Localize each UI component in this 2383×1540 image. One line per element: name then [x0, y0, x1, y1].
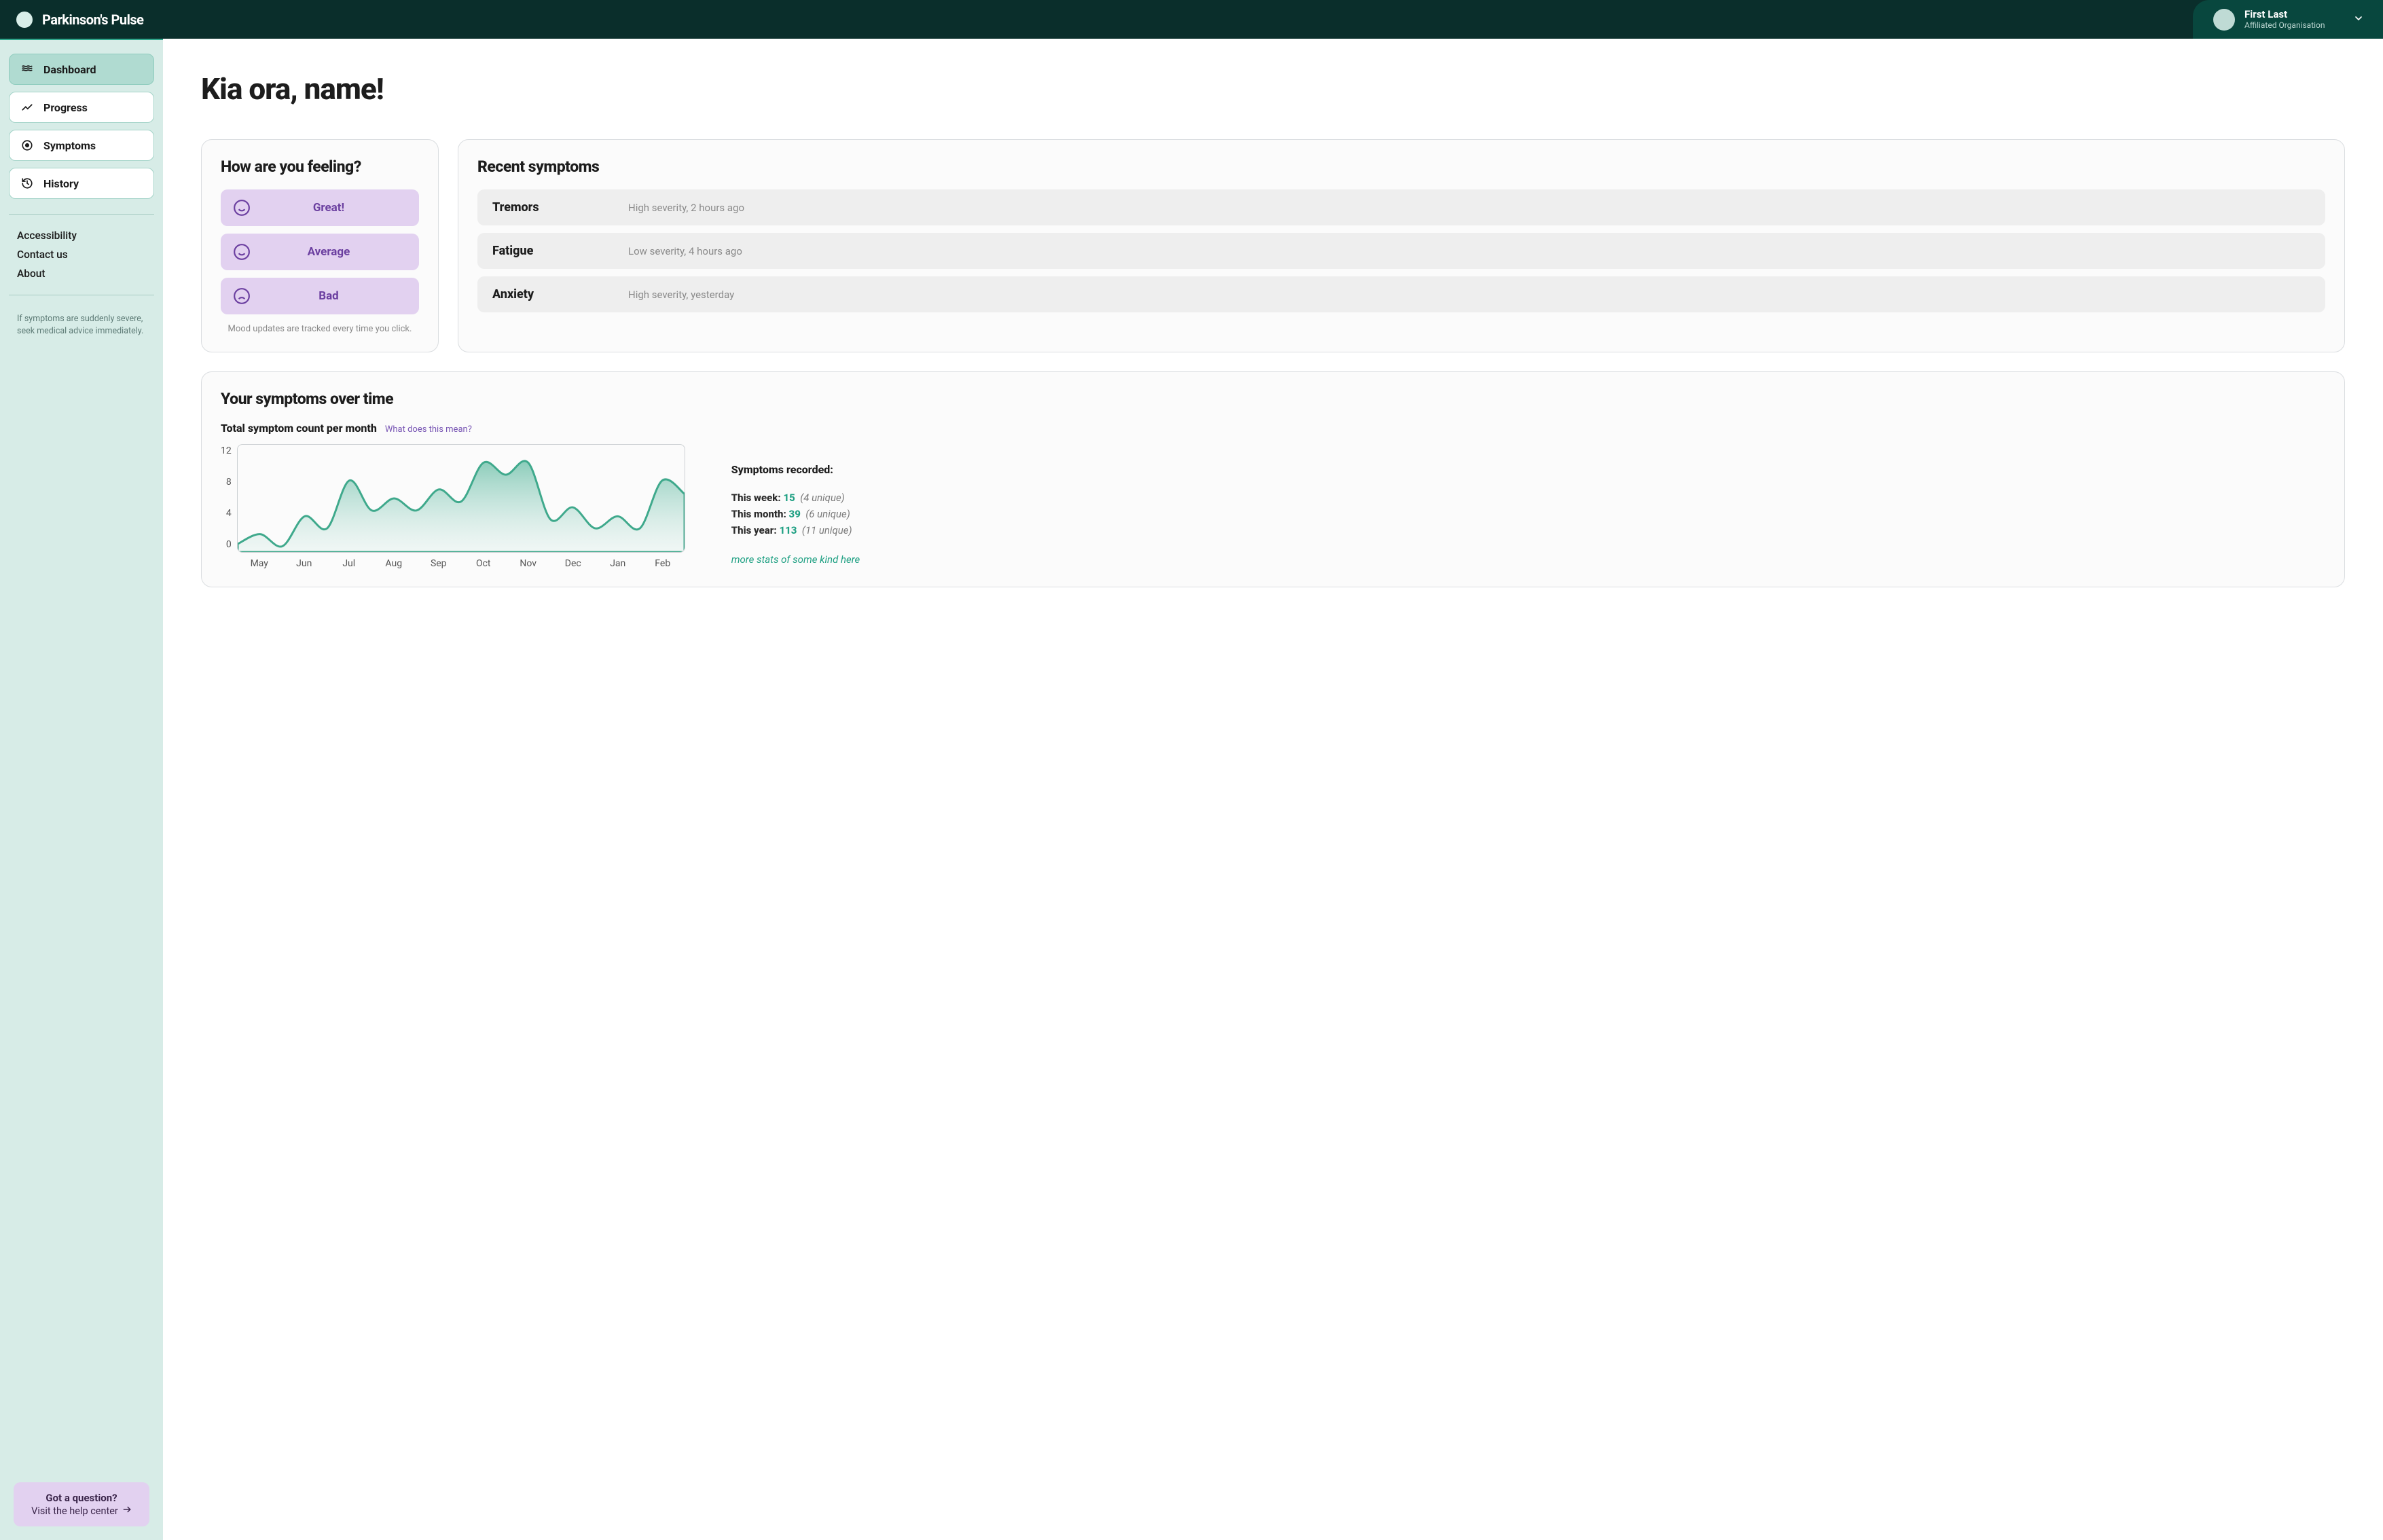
stat-line: This year: 113 (11 unique): [731, 522, 867, 538]
stats-title: Symptoms recorded:: [731, 463, 867, 476]
symptoms-icon: [20, 139, 34, 152]
symptom-row[interactable]: Anxiety High severity, yesterday: [477, 276, 2325, 312]
main: Kia ora, name! How are you feeling? Grea…: [163, 39, 2383, 1540]
face-neutral-icon: [233, 243, 251, 261]
sidebar-item-progress[interactable]: Progress: [9, 92, 154, 123]
chevron-down-icon: [2353, 13, 2364, 26]
user-org: Affiliated Organisation: [2244, 20, 2344, 30]
user-box[interactable]: First Last Affiliated Organisation: [2193, 0, 2383, 39]
recent-symptoms-card: Recent symptoms Tremors High severity, 2…: [458, 139, 2345, 352]
sidebar-item-symptoms[interactable]: Symptoms: [9, 130, 154, 161]
sidebar-note: If symptoms are suddenly severe, seek me…: [9, 313, 154, 337]
mood-label: Bad: [251, 289, 407, 303]
history-icon: [20, 177, 34, 190]
sidebar-link-about[interactable]: About: [17, 268, 154, 280]
mood-label: Great!: [251, 201, 407, 215]
sidebar-item-label: Progress: [43, 101, 88, 114]
mood-great-button[interactable]: Great!: [221, 189, 419, 226]
sidebar-link-accessibility[interactable]: Accessibility: [17, 230, 154, 242]
page-title: Kia ora, name!: [201, 71, 2345, 107]
user-name: First Last: [2244, 8, 2344, 20]
divider: [9, 214, 154, 215]
symptom-row[interactable]: Fatigue Low severity, 4 hours ago: [477, 233, 2325, 269]
chart-stats: Symptoms recorded: This week: 15 (4 uniq…: [731, 444, 867, 569]
sidebar: Dashboard Progress Symptoms History Acce…: [0, 39, 163, 1540]
symptom-meta: High severity, yesterday: [628, 289, 734, 301]
help-btn-title: Got a question?: [26, 1492, 137, 1504]
symptom-name: Anxiety: [492, 287, 628, 301]
symptom-meta: Low severity, 4 hours ago: [628, 245, 742, 257]
feeling-card: How are you feeling? Great! Average: [201, 139, 439, 352]
chart-title: Your symptoms over time: [221, 390, 2325, 408]
symptom-name: Fatigue: [492, 244, 628, 258]
symptom-name: Tremors: [492, 200, 628, 215]
help-center-button[interactable]: Got a question? Visit the help center: [14, 1482, 149, 1527]
feeling-card-title: How are you feeling?: [221, 158, 419, 176]
mood-note: Mood updates are tracked every time you …: [221, 324, 419, 334]
symptom-row[interactable]: Tremors High severity, 2 hours ago: [477, 189, 2325, 225]
chart-y-axis: 12840: [221, 444, 232, 569]
topbar: Parkinson's Pulse First Last Affiliated …: [0, 0, 2383, 39]
symptom-meta: High severity, 2 hours ago: [628, 202, 744, 214]
sidebar-item-label: Symptoms: [43, 139, 96, 152]
stat-line: This month: 39 (6 unique): [731, 506, 867, 522]
stat-line: This week: 15 (4 unique): [731, 490, 867, 506]
chart-card: Your symptoms over time Total symptom co…: [201, 371, 2345, 587]
sidebar-item-history[interactable]: History: [9, 168, 154, 199]
brand-logo-icon: [16, 12, 33, 28]
chart-help-link[interactable]: What does this mean?: [385, 424, 472, 435]
dashboard-icon: [20, 62, 34, 76]
sidebar-link-contact[interactable]: Contact us: [17, 249, 154, 261]
recent-symptoms-title: Recent symptoms: [477, 158, 2325, 176]
mood-bad-button[interactable]: Bad: [221, 278, 419, 314]
progress-icon: [20, 100, 34, 114]
face-sad-icon: [233, 287, 251, 305]
chart-x-axis: MayJunJulAugSepOctNovDecJanFeb: [237, 558, 685, 569]
brand[interactable]: Parkinson's Pulse: [16, 12, 143, 28]
arrow-right-icon: [122, 1505, 132, 1517]
mood-average-button[interactable]: Average: [221, 234, 419, 270]
sidebar-item-dashboard[interactable]: Dashboard: [9, 54, 154, 85]
brand-name: Parkinson's Pulse: [42, 12, 143, 28]
help-btn-sub: Visit the help center: [31, 1505, 132, 1517]
avatar: [2213, 9, 2235, 31]
mood-label: Average: [251, 245, 407, 259]
more-stats-link[interactable]: more stats of some kind here: [731, 553, 867, 566]
chart-plot: [237, 444, 685, 553]
sidebar-secondary: Accessibility Contact us About: [9, 230, 154, 280]
sidebar-item-label: Dashboard: [43, 63, 96, 76]
face-happy-icon: [233, 199, 251, 217]
chart-subtitle: Total symptom count per month: [221, 422, 377, 435]
sidebar-item-label: History: [43, 177, 79, 190]
